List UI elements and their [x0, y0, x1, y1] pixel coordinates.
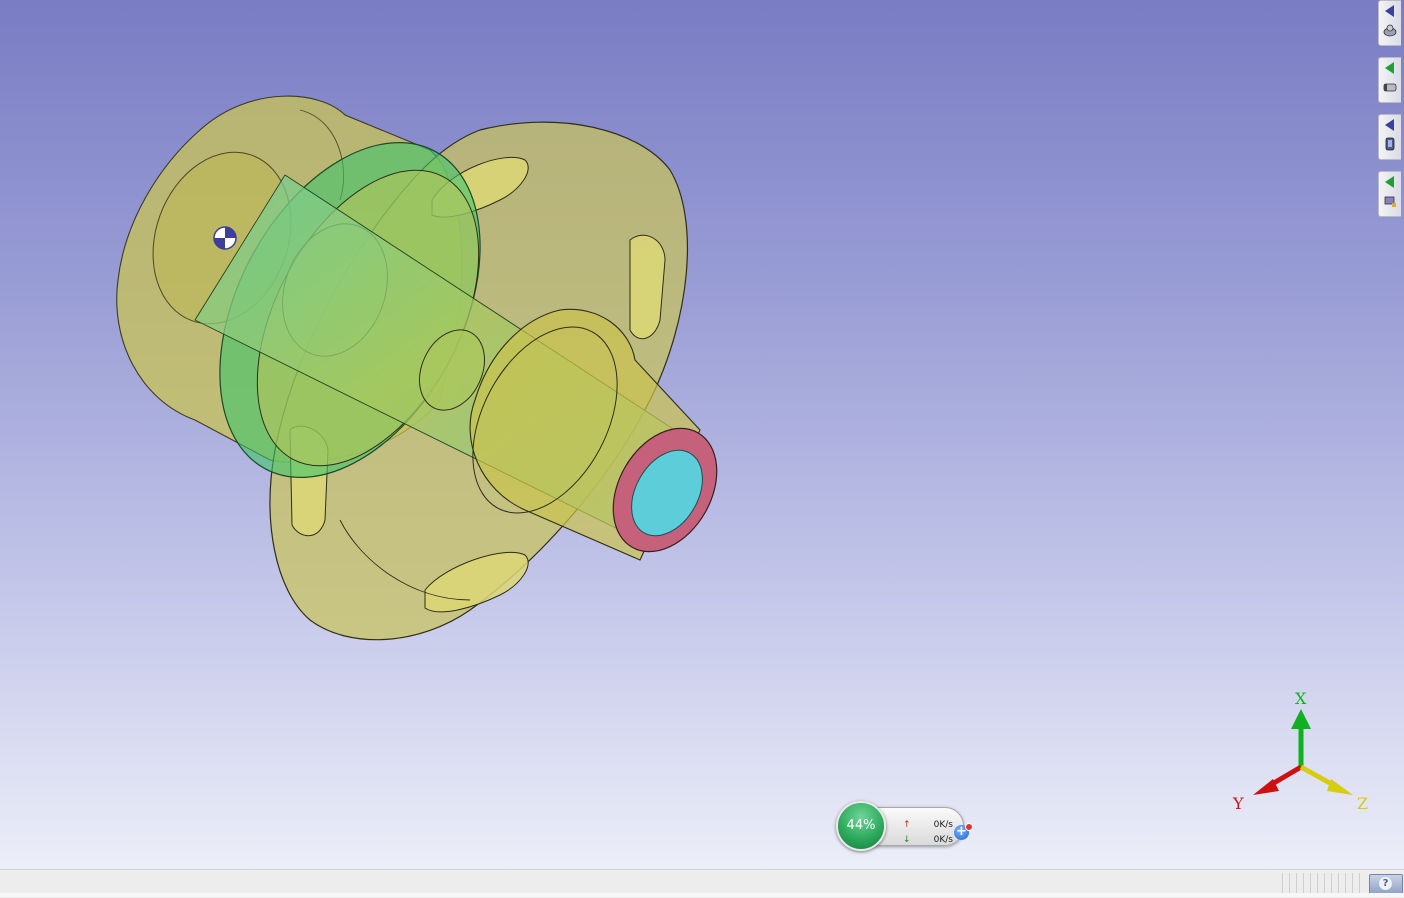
- expand-arrow-icon[interactable]: [1385, 62, 1394, 74]
- triad-y-label: Y: [1232, 794, 1244, 813]
- notification-dot-icon: [965, 823, 973, 831]
- triad-z-label: Z: [1357, 794, 1368, 813]
- display-style-icon[interactable]: [1383, 80, 1397, 94]
- material-icon[interactable]: [1383, 137, 1397, 151]
- triad-x-label: X: [1295, 689, 1307, 708]
- expand-arrow-icon[interactable]: [1385, 5, 1394, 17]
- view-orientation-icon[interactable]: [1383, 23, 1397, 37]
- help-icon: ?: [1379, 877, 1392, 890]
- status-bar-grip: [1282, 873, 1366, 895]
- help-button[interactable]: ?: [1369, 874, 1403, 895]
- upload-arrow-icon: ↑: [903, 820, 911, 830]
- upload-speed-value: 0K/s: [933, 820, 953, 830]
- tools-icon[interactable]: [1383, 194, 1397, 208]
- side-toolbar: [1378, 0, 1402, 228]
- material-toolbar[interactable]: [1378, 114, 1401, 160]
- rotation-center-icon[interactable]: [213, 226, 237, 250]
- 3d-viewport[interactable]: X Y Z ↑ 0K/s ↓ 0K/s + 44%: [0, 0, 1404, 869]
- window-bottom-edge: [0, 893, 1404, 897]
- download-speed: ↓ 0K/s: [903, 835, 953, 845]
- expand-arrow-icon[interactable]: [1385, 176, 1394, 188]
- download-arrow-icon: ↓: [903, 835, 911, 845]
- download-speed-value: 0K/s: [933, 835, 953, 845]
- network-speed-widget[interactable]: ↑ 0K/s ↓ 0K/s + 44%: [836, 801, 973, 851]
- tools-toolbar[interactable]: [1378, 171, 1401, 217]
- memory-usage-percent[interactable]: 44%: [836, 801, 886, 851]
- upload-speed: ↑ 0K/s: [903, 820, 953, 830]
- display-style-toolbar[interactable]: [1378, 57, 1401, 103]
- expand-arrow-icon[interactable]: [1385, 119, 1394, 131]
- view-orientation-toolbar[interactable]: [1378, 0, 1401, 46]
- axis-triad[interactable]: X Y Z: [1225, 685, 1385, 815]
- cad-model-view[interactable]: [0, 0, 1404, 869]
